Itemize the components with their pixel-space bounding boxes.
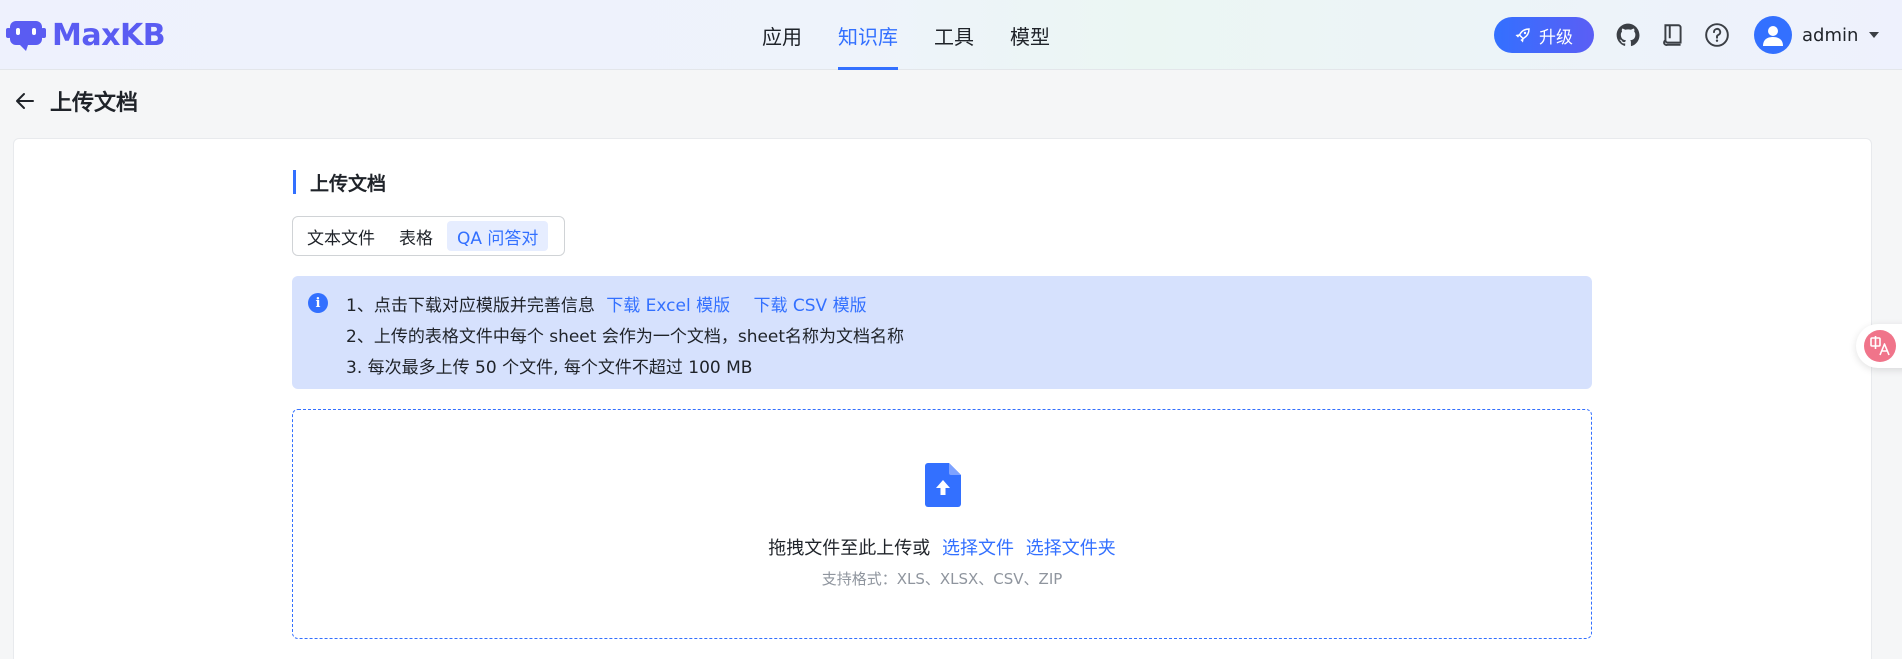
- robot-logo-icon: [6, 21, 46, 51]
- select-folder-link[interactable]: 选择文件夹: [1026, 538, 1116, 559]
- avatar: [1754, 16, 1792, 54]
- top-header: MaxKB 应用 知识库 工具 模型 升级 admin: [0, 0, 1902, 70]
- translate-icon: [1864, 330, 1896, 362]
- logo-text: MaxKB: [52, 17, 166, 53]
- book-icon[interactable]: [1660, 22, 1686, 48]
- main-nav: 应用 知识库 工具 模型: [744, 0, 1068, 70]
- file-upload-icon: [925, 463, 961, 507]
- tab-table[interactable]: 表格: [389, 221, 443, 251]
- upgrade-button[interactable]: 升级: [1494, 17, 1594, 53]
- nav-item-tools[interactable]: 工具: [916, 0, 992, 70]
- tab-qa-pairs[interactable]: QA 问答对: [447, 221, 549, 251]
- nav-item-apps[interactable]: 应用: [744, 0, 820, 70]
- info-icon: i: [308, 293, 328, 313]
- github-icon[interactable]: [1615, 22, 1641, 48]
- caret-down-icon: [1869, 32, 1880, 38]
- file-dropzone[interactable]: 拖拽文件至此上传或 选择文件 选择文件夹 支持格式：XLS、XLSX、CSV、Z…: [292, 409, 1592, 639]
- translate-button[interactable]: [1856, 324, 1902, 368]
- download-excel-template-link[interactable]: 下载 Excel 模版: [606, 296, 730, 316]
- notice-line-2: 2、上传的表格文件中每个 sheet 会作为一个文档，sheet名称为文档名称: [346, 327, 905, 347]
- help-icon[interactable]: [1704, 22, 1730, 48]
- user-icon: [1763, 26, 1783, 46]
- user-menu[interactable]: admin: [1754, 16, 1880, 54]
- nav-item-knowledge[interactable]: 知识库: [820, 0, 916, 70]
- notice-line-3: 3. 每次最多上传 50 个文件, 每个文件不超过 100 MB: [346, 358, 753, 378]
- page-title: 上传文档: [50, 91, 139, 116]
- back-arrow-icon[interactable]: [14, 90, 36, 112]
- section-title: 上传文档: [293, 170, 386, 195]
- user-name: admin: [1802, 24, 1859, 46]
- select-file-link[interactable]: 选择文件: [942, 538, 1014, 559]
- logo[interactable]: MaxKB: [6, 14, 166, 56]
- supported-formats-hint: 支持格式：XLS、XLSX、CSV、ZIP: [821, 570, 1063, 588]
- page-titlebar: 上传文档: [14, 86, 138, 116]
- dropzone-instruction: 拖拽文件至此上传或: [768, 538, 931, 559]
- download-csv-template-link[interactable]: 下载 CSV 模版: [753, 296, 866, 316]
- upload-notice: i 1、点击下载对应模版并完善信息 下载 Excel 模版 下载 CSV 模版 …: [292, 276, 1592, 389]
- file-type-tabs: 文本文件 表格 QA 问答对: [292, 216, 565, 256]
- notice-line-1: 1、点击下载对应模版并完善信息 下载 Excel 模版 下载 CSV 模版: [346, 291, 867, 316]
- rocket-icon: [1515, 28, 1530, 43]
- nav-item-models[interactable]: 模型: [992, 0, 1068, 70]
- tab-text-file[interactable]: 文本文件: [297, 221, 385, 251]
- dropzone-text: 拖拽文件至此上传或 选择文件 选择文件夹: [293, 534, 1591, 560]
- notice-line-1-text: 1、点击下载对应模版并完善信息: [346, 296, 595, 316]
- upgrade-label: 升级: [1539, 27, 1573, 48]
